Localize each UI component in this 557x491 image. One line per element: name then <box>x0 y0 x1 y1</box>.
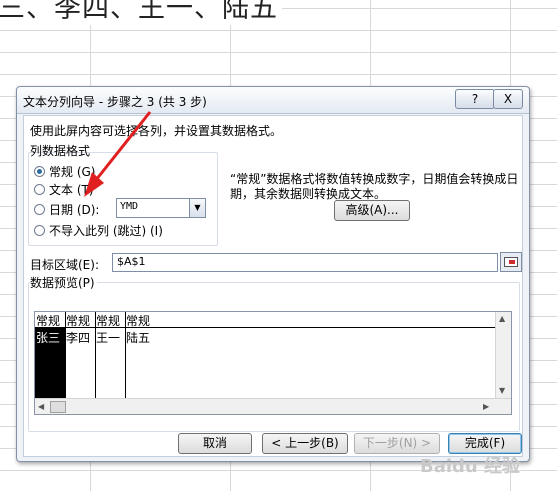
annotation-arrow-shaft <box>94 111 152 181</box>
watermark-text: Baidu 经验 <box>420 456 521 477</box>
annotation-arrow <box>84 111 152 197</box>
